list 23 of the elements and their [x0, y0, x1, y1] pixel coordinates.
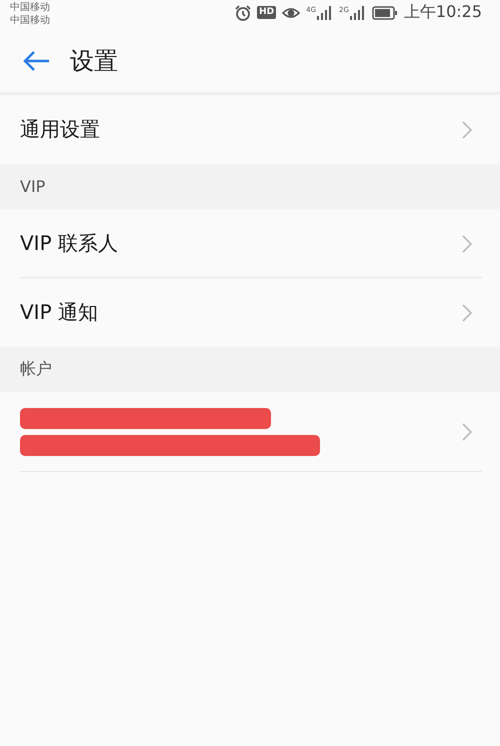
hd-badge: HD [257, 6, 276, 19]
item-label: 通用设置 [20, 116, 100, 143]
section-header: VIP [0, 164, 500, 209]
clock-time: 上午10:25 [404, 2, 482, 23]
item-label: VIP 联系人 [20, 230, 118, 257]
settings-item[interactable]: VIP 联系人 [0, 209, 500, 278]
alarm-icon [235, 4, 252, 20]
page-title: 设置 [70, 46, 118, 77]
signal-icon [317, 6, 333, 20]
chevron-icon [462, 120, 472, 138]
battery-icon [372, 6, 398, 20]
carrier-name: 中国移动 [10, 14, 50, 27]
chevron-icon [462, 304, 472, 322]
back-arrow-icon[interactable] [22, 50, 50, 72]
eye-icon [282, 6, 300, 20]
settings-item[interactable]: 通用设置 [0, 95, 500, 164]
chevron-icon [462, 234, 472, 252]
signal-icon [350, 6, 366, 20]
item-label: VIP 通知 [20, 299, 98, 326]
chevron-icon [462, 423, 472, 441]
settings-item[interactable]: VIP 通知 [0, 278, 500, 347]
section-header: 帐户 [0, 347, 500, 392]
carrier-name: 中国移动 [10, 1, 50, 14]
